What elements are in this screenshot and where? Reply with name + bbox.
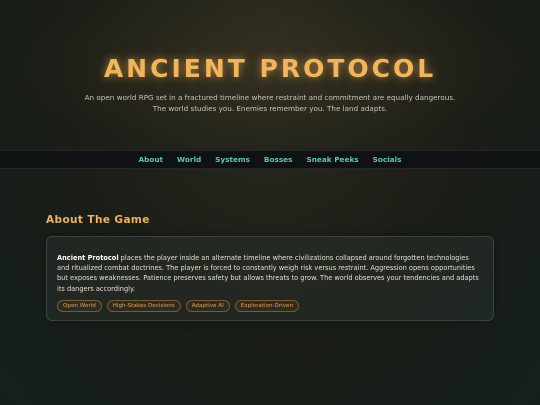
about-description-text: places the player inside an alternate ti… bbox=[57, 254, 479, 293]
tag-adaptive-ai: Adaptive AI bbox=[185, 299, 230, 312]
tag-exploration-driven: Exploration-Driven bbox=[234, 299, 300, 312]
about-card: Ancient Protocol places the player insid… bbox=[46, 236, 494, 321]
nav-link-sneak-peeks[interactable]: Sneak Peeks bbox=[306, 155, 358, 164]
tag-list: Open World High-Stakes Decisions Adaptiv… bbox=[57, 299, 483, 312]
nav-link-bosses[interactable]: Bosses bbox=[264, 155, 293, 164]
game-title: ANCIENT PROTOCOL bbox=[103, 54, 437, 83]
nav-link-about[interactable]: About bbox=[138, 155, 163, 164]
tag-high-stakes-decisions: High-Stakes Decisions bbox=[106, 299, 181, 312]
nav-link-systems[interactable]: Systems bbox=[215, 155, 250, 164]
main-nav: About World Systems Bosses Sneak Peeks S… bbox=[0, 150, 540, 169]
hero-header: ANCIENT PROTOCOL An open world RPG set i… bbox=[0, 0, 540, 150]
nav-link-socials[interactable]: Socials bbox=[373, 155, 402, 164]
game-name-emphasis: Ancient Protocol bbox=[57, 254, 119, 262]
about-section-heading: About The Game bbox=[46, 214, 150, 226]
game-tagline: An open world RPG set in a fractured tim… bbox=[84, 93, 456, 113]
tag-open-world: Open World bbox=[57, 299, 102, 312]
nav-link-world[interactable]: World bbox=[177, 155, 201, 164]
about-description: Ancient Protocol places the player insid… bbox=[57, 253, 483, 294]
